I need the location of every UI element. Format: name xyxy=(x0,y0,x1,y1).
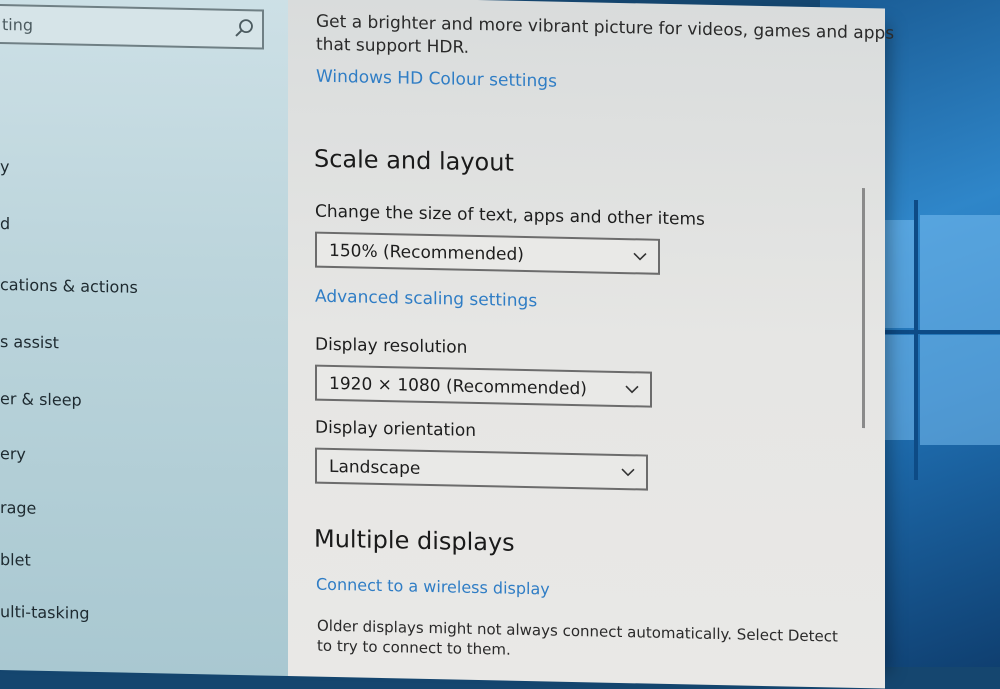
search-icon[interactable] xyxy=(234,18,254,38)
search-value: ting xyxy=(2,15,34,35)
windows-logo-pane xyxy=(920,215,1000,330)
chevron-down-icon xyxy=(633,252,647,261)
resolution-label: Display resolution xyxy=(315,334,468,358)
scrollbar[interactable] xyxy=(862,188,865,429)
settings-content: Get a brighter and more vibrant picture … xyxy=(288,0,894,689)
sidebar-item-notifications-actions[interactable]: cations & actions xyxy=(0,275,138,297)
resolution-dropdown-value: 1920 × 1080 (Recommended) xyxy=(329,373,587,400)
detect-note: to try to connect to them. xyxy=(317,636,511,659)
resolution-dropdown[interactable]: 1920 × 1080 (Recommended) xyxy=(315,364,652,408)
chevron-down-icon xyxy=(621,468,635,477)
sidebar-item[interactable]: y xyxy=(0,157,9,176)
orientation-dropdown-value: Landscape xyxy=(329,456,421,479)
orientation-dropdown[interactable]: Landscape xyxy=(315,447,648,491)
sidebar-item-power-sleep[interactable]: er & sleep xyxy=(0,389,82,410)
size-label: Change the size of text, apps and other … xyxy=(315,201,705,230)
hdr-description: that support HDR. xyxy=(316,34,470,58)
windows-logo-pane xyxy=(920,335,1000,445)
sidebar-item-storage[interactable]: rage xyxy=(0,498,36,518)
windows-logo-divider xyxy=(914,200,918,480)
sidebar: ting y d cations & actions s assist er &… xyxy=(0,0,288,677)
sidebar-item-focus-assist[interactable]: s assist xyxy=(0,332,59,352)
sidebar-item-tablet[interactable]: blet xyxy=(0,550,31,570)
settings-window: ting y d cations & actions s assist er &… xyxy=(0,0,894,689)
scale-layout-heading: Scale and layout xyxy=(314,144,514,177)
sidebar-item[interactable]: d xyxy=(0,214,10,233)
orientation-label: Display orientation xyxy=(315,417,477,441)
search-input[interactable]: ting xyxy=(0,3,264,50)
chevron-down-icon xyxy=(625,385,639,394)
sidebar-item-multitasking[interactable]: ulti-tasking xyxy=(0,602,90,623)
wireless-display-link[interactable]: Connect to a wireless display xyxy=(316,575,550,599)
advanced-scaling-link[interactable]: Advanced scaling settings xyxy=(315,287,537,312)
scale-dropdown-value: 150% (Recommended) xyxy=(329,240,524,265)
sidebar-item-battery[interactable]: ery xyxy=(0,444,26,464)
multiple-displays-heading: Multiple displays xyxy=(314,524,515,557)
hd-colour-settings-link[interactable]: Windows HD Colour settings xyxy=(316,67,557,92)
scale-dropdown[interactable]: 150% (Recommended) xyxy=(315,231,660,275)
